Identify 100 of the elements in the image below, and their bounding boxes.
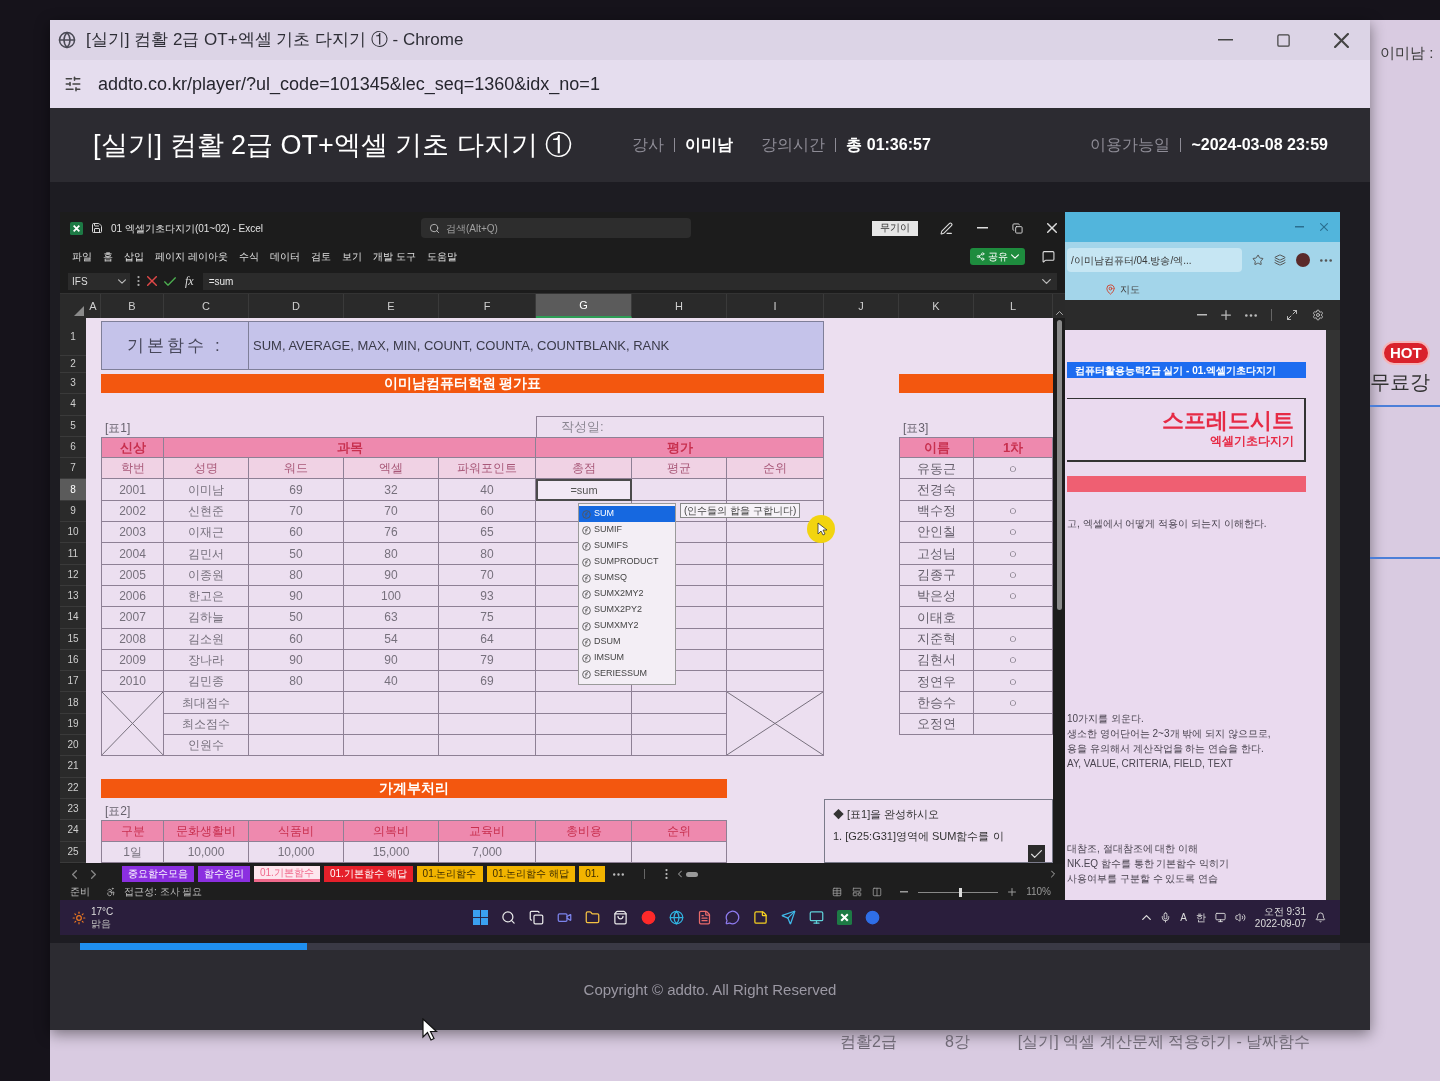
- zoom-in-icon[interactable]: [1008, 888, 1017, 896]
- sheet-tab[interactable]: 01.기본함수 해답: [323, 866, 413, 882]
- row-header[interactable]: 9: [60, 500, 86, 523]
- search-field[interactable]: 검색(Alt+Q): [421, 218, 691, 238]
- speaker-icon[interactable]: [1234, 912, 1246, 923]
- avatar-icon[interactable]: [1296, 253, 1310, 267]
- scrollbar-thumb[interactable]: [1056, 320, 1062, 610]
- globe-icon[interactable]: [669, 910, 685, 925]
- autocomplete-item[interactable]: DSUM: [579, 634, 675, 650]
- folder-icon[interactable]: [585, 910, 601, 925]
- ribbon-tab[interactable]: 페이지 레이아웃: [155, 249, 228, 264]
- cross-icon[interactable]: [147, 276, 157, 286]
- chevron-up-icon[interactable]: [1055, 311, 1063, 315]
- microphone-icon[interactable]: [1160, 912, 1172, 923]
- autocomplete-item[interactable]: SUMSQ: [579, 570, 675, 586]
- insert-function-button[interactable]: fx: [183, 275, 196, 287]
- horizontal-scrollbar-thumb[interactable]: [686, 871, 699, 877]
- zoom-level[interactable]: 110%: [1026, 887, 1051, 897]
- layout-icon[interactable]: [852, 887, 863, 897]
- monitor-icon[interactable]: [1214, 912, 1226, 923]
- column-header[interactable]: G: [536, 294, 632, 318]
- row-header[interactable]: 22: [60, 777, 86, 799]
- chat-icon[interactable]: [725, 910, 741, 925]
- layers-icon[interactable]: [1274, 254, 1286, 266]
- more-icon[interactable]: [1320, 258, 1332, 262]
- autocomplete-item[interactable]: SUMIF: [579, 522, 675, 538]
- row-header[interactable]: 6: [60, 436, 86, 459]
- search-icon[interactable]: [501, 910, 517, 925]
- progress-track[interactable]: [80, 943, 1340, 950]
- ribbon-tab[interactable]: 도움말: [426, 249, 457, 264]
- sheet-tab[interactable]: 01.논리함수: [416, 866, 483, 882]
- check-button[interactable]: [1028, 845, 1045, 862]
- columns-icon[interactable]: [872, 887, 883, 897]
- row-header[interactable]: 11: [60, 543, 86, 565]
- corner-triangle-icon[interactable]: [74, 306, 84, 316]
- notification-icon[interactable]: [1315, 912, 1326, 923]
- input-mode[interactable]: A: [1180, 912, 1187, 923]
- row-header[interactable]: 23: [60, 798, 86, 821]
- row-header[interactable]: 7: [60, 458, 86, 480]
- row-header[interactable]: 15: [60, 628, 86, 650]
- ribbon-tab[interactable]: 삽입: [124, 249, 144, 264]
- input-language[interactable]: 한: [1195, 912, 1206, 923]
- sun-icon[interactable]: [72, 910, 86, 925]
- active-cell[interactable]: =sum: [536, 479, 632, 501]
- ribbon-tab[interactable]: 수식: [238, 249, 259, 264]
- document-icon[interactable]: [697, 910, 713, 925]
- chevron-left-icon[interactable]: [72, 869, 77, 879]
- row-header[interactable]: 10: [60, 522, 86, 544]
- zoom-in-icon[interactable]: [1221, 310, 1231, 320]
- autocomplete-item[interactable]: SUMIFS: [579, 538, 675, 554]
- autocomplete-item[interactable]: SUMPRODUCT: [579, 554, 675, 570]
- sheet-tab[interactable]: 함수정리: [198, 866, 250, 882]
- accessibility-status[interactable]: 접근성: 조사 필요: [124, 887, 203, 897]
- zoom-slider[interactable]: [918, 887, 999, 897]
- row-header[interactable]: 3: [60, 373, 86, 395]
- vertical-dots-icon[interactable]: [137, 276, 140, 286]
- restore-icon[interactable]: [1012, 222, 1023, 234]
- row-header[interactable]: 20: [60, 735, 86, 757]
- row-header[interactable]: 2: [60, 356, 86, 373]
- paper-plane-icon[interactable]: [781, 910, 797, 925]
- row-header[interactable]: 18: [60, 692, 86, 714]
- spreadsheet-logo-icon[interactable]: [837, 910, 853, 925]
- row-header[interactable]: 19: [60, 713, 86, 736]
- row-header[interactable]: 8: [60, 479, 86, 501]
- sheet-tab[interactable]: 01.논리함수 해답: [486, 866, 576, 882]
- chevron-left-icon[interactable]: [678, 870, 683, 878]
- star-icon[interactable]: [1252, 254, 1264, 266]
- share-button[interactable]: 공유: [970, 248, 1025, 265]
- circle-icon[interactable]: [865, 910, 881, 925]
- chevron-right-icon[interactable]: [1051, 870, 1055, 878]
- ribbon-tab[interactable]: 홈: [103, 249, 113, 264]
- slider-thumb[interactable]: [958, 887, 962, 897]
- shopping-bag-icon[interactable]: [613, 910, 629, 925]
- name-box[interactable]: IFS: [68, 272, 130, 290]
- autocomplete-item[interactable]: SUM: [579, 506, 675, 522]
- row-header[interactable]: 17: [60, 671, 86, 693]
- account-button[interactable]: 무기이: [872, 220, 918, 236]
- more-icon[interactable]: [1245, 313, 1257, 317]
- row-header[interactable]: 14: [60, 607, 86, 629]
- row-header[interactable]: 4: [60, 394, 86, 416]
- row-header[interactable]: 13: [60, 585, 86, 608]
- autocomplete-item[interactable]: SUMX2MY2: [579, 586, 675, 602]
- address-field[interactable]: /이미남컴퓨터/04.방송/엑...: [1067, 248, 1242, 272]
- formula-field[interactable]: =sum: [202, 272, 1057, 290]
- clock-date[interactable]: 2022-09-07: [1254, 918, 1306, 929]
- save-icon[interactable]: [91, 222, 103, 234]
- row-header[interactable]: 1: [60, 318, 86, 356]
- comment-icon[interactable]: [1042, 250, 1055, 263]
- weather-condition[interactable]: 맑음: [91, 918, 114, 929]
- row-header[interactable]: 16: [60, 649, 86, 672]
- windows-logo-icon[interactable]: [473, 910, 489, 925]
- row-header[interactable]: 5: [60, 415, 86, 437]
- video-camera-icon[interactable]: [557, 910, 573, 925]
- sheet-tab[interactable]: 중요함수모음: [122, 866, 194, 882]
- minimize-icon[interactable]: [977, 227, 988, 229]
- autocomplete-item[interactable]: IMSUM: [579, 650, 675, 666]
- ribbon-tab[interactable]: 데이터: [269, 249, 300, 264]
- autocomplete-item[interactable]: SUMXMY2: [579, 618, 675, 634]
- expand-icon[interactable]: [1286, 309, 1298, 321]
- bookmark-link[interactable]: 지도: [1120, 281, 1140, 297]
